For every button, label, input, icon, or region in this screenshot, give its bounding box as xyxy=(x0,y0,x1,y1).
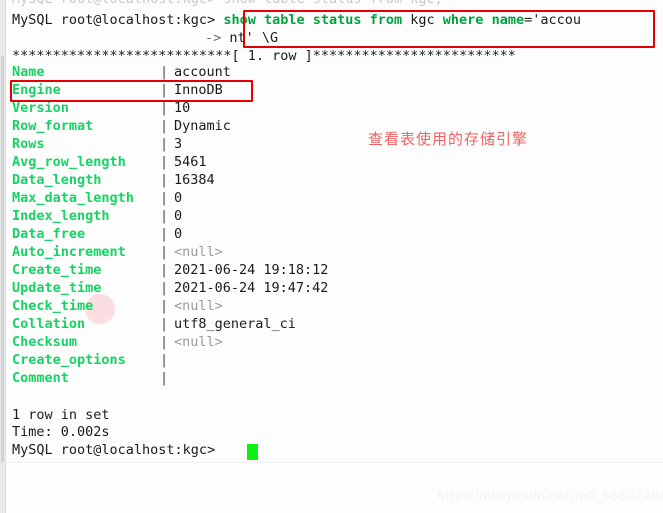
field-value: <null> xyxy=(174,334,223,350)
field-key: Engine xyxy=(12,82,61,98)
field-key: Check_time xyxy=(12,298,94,314)
table-row: Checksum | <null> xyxy=(12,333,328,351)
table-row: Row_format | Dynamic xyxy=(12,117,328,135)
field-key: Update_time xyxy=(12,280,102,296)
command-line-2: -> nt' \G xyxy=(205,30,278,47)
table-row: Data_length | 16384 xyxy=(12,171,328,189)
field-key: Index_length xyxy=(12,208,110,224)
result-field-list: Name | account Engine | InnoDB Version | 10 Ro… xyxy=(12,63,328,387)
sql-keyword-where: where xyxy=(442,12,484,28)
field-value: 0 xyxy=(174,226,183,242)
table-row: Create_options | xyxy=(12,351,328,369)
sql-keywords-1: show table status from xyxy=(223,12,403,28)
field-value: account xyxy=(174,64,231,80)
field-key: Create_time xyxy=(12,262,102,278)
column-separator: | xyxy=(160,208,169,224)
table-row: Check_time | <null> xyxy=(12,297,328,315)
field-key: Avg_row_length xyxy=(12,154,126,170)
column-separator: | xyxy=(160,334,169,350)
table-row: Avg_row_length | 5461 xyxy=(12,153,328,171)
terminal-window[interactable]: MySQL root@localhost:kgc> show table sta… xyxy=(0,0,663,513)
column-separator: | xyxy=(160,370,169,386)
field-value: <null> xyxy=(174,244,223,260)
column-separator: | xyxy=(160,100,169,116)
table-row: Data_free | 0 xyxy=(12,225,328,243)
column-separator: | xyxy=(160,154,169,170)
field-key: Rows xyxy=(12,136,45,152)
table-row: Collation | utf8_general_ci xyxy=(12,315,328,333)
column-separator: | xyxy=(160,262,169,278)
field-value: 2021-06-24 19:47:42 xyxy=(174,280,329,296)
table-row: Name | account xyxy=(12,63,328,81)
field-value: 3 xyxy=(174,136,183,152)
field-key: Name xyxy=(12,64,45,80)
column-separator: | xyxy=(160,352,169,368)
field-value: utf8_general_ci xyxy=(174,316,296,332)
text-cursor xyxy=(247,444,258,460)
field-value: InnoDB xyxy=(174,82,223,98)
field-value: Dynamic xyxy=(174,118,231,134)
column-separator: | xyxy=(160,64,169,80)
column-separator: | xyxy=(160,244,169,260)
field-key: Comment xyxy=(12,370,69,386)
table-row: Comment | xyxy=(12,369,328,387)
field-key: Row_format xyxy=(12,118,94,134)
result-summary: 1 row in set xyxy=(12,407,110,423)
column-separator: | xyxy=(160,226,169,242)
command-line-1: MySQL root@localhost:kgc> show table sta… xyxy=(12,12,581,29)
field-key: Version xyxy=(12,100,69,116)
table-row: Max_data_length | 0 xyxy=(12,189,328,207)
field-key: Data_free xyxy=(12,226,86,242)
column-separator: | xyxy=(160,190,169,206)
field-value: 10 xyxy=(174,100,191,116)
column-separator: | xyxy=(160,316,169,332)
column-separator: | xyxy=(160,172,169,188)
column-separator: | xyxy=(160,118,169,134)
field-key: Data_length xyxy=(12,172,102,188)
field-key: Checksum xyxy=(12,334,78,350)
table-row: Update_time | 2021-06-24 19:47:42 xyxy=(12,279,328,297)
field-key: Max_data_length xyxy=(12,190,134,206)
shell-prompt: MySQL root@localhost:kgc> xyxy=(12,12,216,28)
field-key: Auto_increment xyxy=(12,244,126,260)
sql-database-name: kgc xyxy=(402,12,443,28)
table-row: Version | 10 xyxy=(12,99,328,117)
field-value: 2021-06-24 19:18:12 xyxy=(174,262,329,278)
csdn-watermark: https://blog.csdn.net/m0_55622298 xyxy=(437,488,663,503)
field-value: 5461 xyxy=(174,154,207,170)
sql-keyword-name: name xyxy=(483,12,525,28)
final-shell-prompt: MySQL root@localhost:kgc> xyxy=(12,442,216,458)
terminal-left-gutter xyxy=(0,0,6,513)
annotation-note: 查看表使用的存储引擎 xyxy=(368,130,529,148)
column-separator: | xyxy=(160,298,169,314)
field-key: Create_options xyxy=(12,352,126,368)
sql-literal-rest: nt' \G xyxy=(229,30,279,46)
table-row: Create_time | 2021-06-24 19:18:12 xyxy=(12,261,328,279)
column-separator: | xyxy=(160,82,169,98)
scrollbar-thumb[interactable] xyxy=(1,56,4,462)
continuation-prompt: -> xyxy=(205,30,222,46)
field-value: <null> xyxy=(174,298,223,314)
column-separator: | xyxy=(160,136,169,152)
field-value: 0 xyxy=(174,208,183,224)
table-row: Index_length | 0 xyxy=(12,207,328,225)
sql-literal-partial: ='accou xyxy=(524,12,581,28)
table-row: Auto_increment | <null> xyxy=(12,243,328,261)
query-timing: Time: 0.002s xyxy=(12,424,110,440)
table-row: Rows | 3 xyxy=(12,135,328,153)
horizontal-divider xyxy=(6,462,663,463)
field-value: 16384 xyxy=(174,172,215,188)
column-separator: | xyxy=(160,280,169,296)
field-key: Collation xyxy=(12,316,86,332)
field-value: 0 xyxy=(174,190,183,206)
table-row: Engine | InnoDB xyxy=(12,81,328,99)
clipped-previous-command: MySQL root@localhost:kgc> show table sta… xyxy=(12,0,443,8)
